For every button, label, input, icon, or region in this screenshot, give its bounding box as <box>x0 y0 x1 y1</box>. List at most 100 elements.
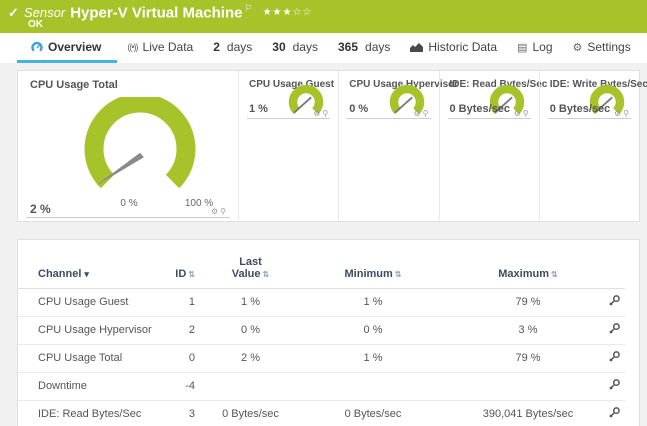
channel-last-value: 1 % <box>203 288 298 317</box>
scale-min-label: 0 % <box>120 198 138 209</box>
channel-minimum: 1 % <box>298 344 448 373</box>
tab-label: Live Data <box>142 40 194 54</box>
channel-minimum: 0 Bytes/sec <box>298 400 448 426</box>
gauge-pin-icon[interactable]: ⚲ <box>523 109 531 118</box>
table-row: Downtime -4 <box>18 372 625 401</box>
tab-30-days[interactable]: 30 days <box>262 36 328 63</box>
needle-marker: x <box>102 177 106 184</box>
gauge-gear-icon[interactable]: ⚙ <box>211 207 220 216</box>
gauge-pin-icon[interactable]: ⚲ <box>623 109 631 118</box>
tab-unit: days <box>365 40 391 54</box>
channel-minimum <box>298 372 448 401</box>
channel-maximum: 79 % <box>448 344 608 373</box>
gauge-cpu-usage-total: CPU Usage Total x 0 % 100 % 2 % ⚙⚲ <box>18 71 238 221</box>
table-header-row: Channel ▾ ID ⇅ Last Value ⇅ Minimum ⇅ Maximum… <box>18 254 625 289</box>
gauge-cpu-usage-guest: CPU Usage Guest 1 % ⚙⚲ <box>238 71 338 221</box>
channel-id: 1 <box>163 288 203 317</box>
tab-log[interactable]: ▤ Log <box>507 36 562 63</box>
sensor-header: ✓ Sensor Hyper-V Virtual Machine ⚐ ★★★☆☆ OK <box>0 0 647 33</box>
gauge-cpu-usage-hypervisor: CPU Usage Hypervisor 0 % ⚙⚲ <box>338 71 458 221</box>
channel-id: 0 <box>163 344 203 373</box>
gauge-value: 0 Bytes/sec <box>549 103 611 115</box>
gauge-pin-icon[interactable]: ⚲ <box>423 109 431 118</box>
table-row: CPU Usage Hypervisor 2 0 % 0 % 3 % <box>18 316 625 345</box>
bar-chart-icon <box>410 42 424 52</box>
tab-overview[interactable]: Overview <box>17 36 118 63</box>
gauge-gear-icon[interactable]: ⚙ <box>313 109 322 118</box>
tab-unit: days <box>292 40 318 54</box>
column-header-id[interactable]: ID ⇅ <box>163 254 203 289</box>
sensor-status-badge: OK <box>28 19 43 30</box>
channel-name: CPU Usage Hypervisor <box>18 316 163 345</box>
channels-panel: Channel ▾ ID ⇅ Last Value ⇅ Minimum ⇅ Maximum… <box>17 239 640 426</box>
channel-last-value: 0 % <box>203 316 298 345</box>
tab-number: 2 <box>213 40 220 54</box>
channel-name: IDE: Read Bytes/Sec <box>18 400 163 426</box>
gauge-icon <box>31 41 43 52</box>
column-header-channel[interactable]: Channel ▾ <box>18 254 163 289</box>
sensor-title: Hyper-V Virtual Machine <box>70 4 243 22</box>
channel-name: CPU Usage Guest <box>18 288 163 317</box>
sort-icon: ⇅ <box>551 270 558 279</box>
tab-number: 365 <box>337 40 359 54</box>
gauge-value: 0 % <box>349 103 369 115</box>
divider <box>26 217 230 218</box>
channel-id: 2 <box>163 316 203 345</box>
priority-stars[interactable]: ★★★☆☆ <box>263 7 313 18</box>
divider <box>347 118 431 119</box>
channel-id: 3 <box>163 400 203 426</box>
channel-maximum: 79 % <box>448 288 608 317</box>
gauge-gear-icon[interactable]: ⚙ <box>413 109 422 118</box>
column-header-maximum[interactable]: Maximum ⇅ <box>448 254 608 289</box>
divider <box>447 118 531 119</box>
table-row: CPU Usage Guest 1 1 % 1 % 79 % <box>18 288 625 317</box>
gauge-dial <box>84 97 196 189</box>
gauge-value: 2 % <box>30 202 51 216</box>
live-data-icon: ((•)) <box>127 42 138 52</box>
log-icon: ▤ <box>517 41 528 54</box>
tab-historic-data[interactable]: Historic Data <box>400 36 507 63</box>
column-header-last-value[interactable]: Last Value ⇅ <box>203 254 298 289</box>
channel-name: Downtime <box>18 372 163 401</box>
gauge-ide-write: IDE: Write Bytes/Sec 0 Bytes/sec ⚙⚲ <box>538 71 647 221</box>
scale-max-label: 100 % <box>184 198 214 209</box>
column-header-minimum[interactable]: Minimum ⇅ <box>298 254 448 289</box>
channel-name: CPU Usage Total <box>18 344 163 373</box>
channel-minimum: 0 % <box>298 316 448 345</box>
edit-channel-icon[interactable] <box>608 294 621 310</box>
table-row: IDE: Read Bytes/Sec 3 0 Bytes/sec 0 Byte… <box>18 400 625 426</box>
sort-icon: ⇅ <box>188 270 195 279</box>
channel-maximum <box>448 372 608 401</box>
tab-live-data[interactable]: ((•)) Live Data <box>117 36 203 63</box>
tab-label: Historic Data <box>428 40 498 54</box>
status-ok-check-icon: ✓ <box>8 5 19 20</box>
channel-maximum: 390,041 Bytes/sec <box>448 400 608 426</box>
edit-channel-icon[interactable] <box>608 406 621 422</box>
table-row: CPU Usage Total 0 2 % 1 % 79 % <box>18 344 625 373</box>
tab-number: 30 <box>272 40 286 54</box>
tab-settings[interactable]: ⚙ Settings <box>563 36 641 63</box>
tab-unit: days <box>226 40 253 54</box>
gauge-pin-icon[interactable]: ⚲ <box>322 109 330 118</box>
overview-content: CPU Usage Total x 0 % 100 % 2 % ⚙⚲ CPU U… <box>0 63 647 426</box>
tab-2-days[interactable]: 2 days <box>203 36 262 63</box>
priority-flag-icon: ⚐ <box>244 3 253 13</box>
edit-channel-icon[interactable] <box>608 350 621 366</box>
gauge-gear-icon[interactable]: ⚙ <box>614 109 623 118</box>
tab-label: Overview <box>48 40 102 54</box>
edit-channel-icon[interactable] <box>608 378 621 394</box>
gauge-title: CPU Usage Total <box>30 79 118 91</box>
edit-channel-icon[interactable] <box>608 322 621 338</box>
channel-last-value: 0 Bytes/sec <box>203 400 298 426</box>
tab-365-days[interactable]: 365 days <box>328 36 400 63</box>
divider <box>547 118 631 119</box>
tab-bar: Overview ((•)) Live Data 2 days 30 days … <box>0 33 647 63</box>
gauge-pin-icon[interactable]: ⚲ <box>220 207 228 216</box>
gauge-ide-read: IDE: Read Bytes/Sec 0 Bytes/sec ⚙⚲ <box>438 71 547 221</box>
sort-icon: ⇅ <box>394 270 402 279</box>
sort-desc-icon: ▾ <box>84 269 89 279</box>
tab-label: Settings <box>587 40 631 54</box>
channel-maximum: 3 % <box>448 316 608 345</box>
gear-icon: ⚙ <box>572 41 583 54</box>
gauge-gear-icon[interactable]: ⚙ <box>514 109 523 118</box>
